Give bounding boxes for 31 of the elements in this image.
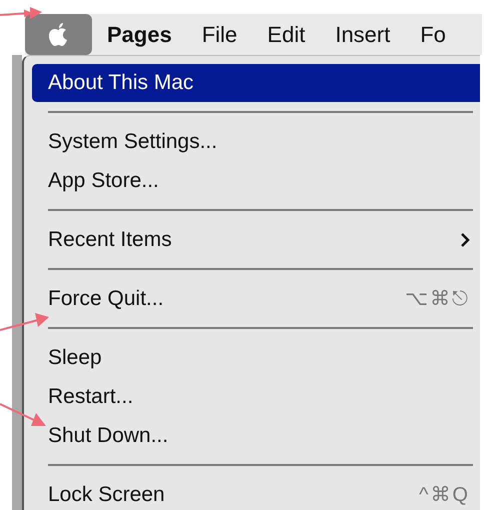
- annotation-arrow: [0, 403, 46, 426]
- menu-item[interactable]: App Store...: [32, 161, 480, 200]
- apple-menu-button[interactable]: [25, 14, 92, 55]
- menu-item[interactable]: Recent Items: [32, 220, 480, 259]
- menu-item[interactable]: Force Quit... ⌥⌘⎋: [32, 279, 480, 318]
- menu-item-label: Sleep: [48, 346, 102, 370]
- annotation-arrow: [0, 313, 49, 331]
- menu-item[interactable]: Lock Screen ^⌘Q: [32, 475, 480, 510]
- menu-item-label: Shut Down...: [48, 424, 168, 448]
- apple-icon: [48, 22, 70, 48]
- menu-item-label: Lock Screen: [48, 482, 165, 506]
- menu-item-label: Restart...: [48, 384, 134, 408]
- menu-item[interactable]: System Settings...: [32, 122, 480, 161]
- menu-bar-item[interactable]: Fo: [405, 22, 461, 48]
- menu-bar-item[interactable]: Edit: [252, 22, 320, 48]
- menu-bar-item[interactable]: Insert: [320, 22, 406, 48]
- menu-item-label: About This Mac: [48, 71, 194, 95]
- menu-item[interactable]: Shut Down...: [32, 416, 480, 455]
- menu-item-label: Recent Items: [48, 228, 172, 252]
- annotation-arrow: [0, 7, 42, 19]
- menu-item[interactable]: Sleep: [32, 338, 480, 377]
- menu-bar-item[interactable]: Pages: [92, 22, 187, 48]
- keyboard-shortcut: ⌥⌘⎋: [405, 287, 470, 311]
- menu-item[interactable]: About This Mac: [32, 64, 480, 102]
- menu-item-label: Force Quit...: [48, 286, 164, 310]
- keyboard-shortcut: ^⌘Q: [419, 483, 470, 507]
- menu-item-label: System Settings...: [48, 130, 218, 154]
- chevron-right-icon: [460, 232, 470, 248]
- menu-item[interactable]: Restart...: [32, 377, 480, 416]
- menu-bar-item[interactable]: File: [186, 22, 252, 48]
- menu-item-label: App Store...: [48, 168, 159, 192]
